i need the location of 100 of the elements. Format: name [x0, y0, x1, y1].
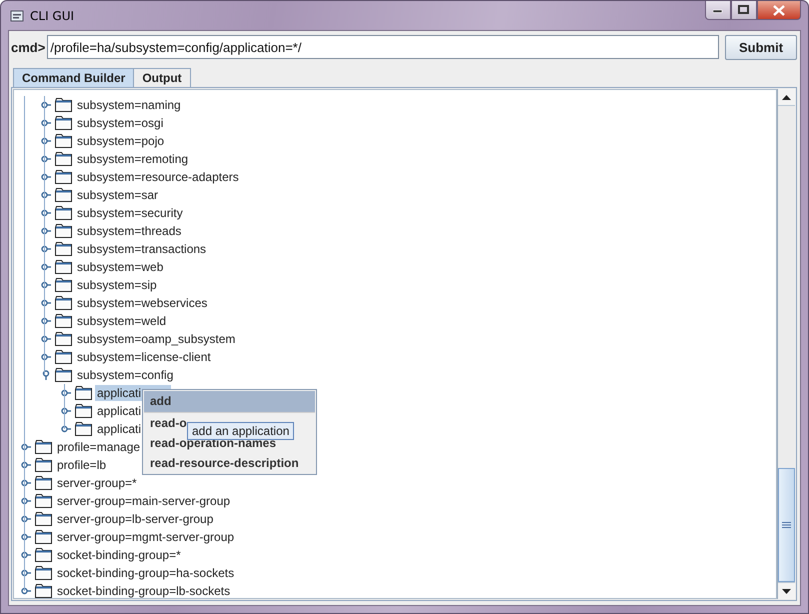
tree-item[interactable]: applicati [95, 421, 144, 437]
expand-handle-icon[interactable] [41, 190, 51, 200]
tree-item[interactable]: server-group=lb-server-group [55, 511, 216, 527]
folder-icon [35, 530, 52, 544]
maximize-button[interactable] [731, 1, 757, 20]
folder-icon [55, 314, 72, 328]
tree-item[interactable]: subsystem=remoting [75, 151, 190, 167]
command-prompt: cmd> [11, 40, 46, 54]
tree-item[interactable]: server-group=mgmt-server-group [55, 529, 236, 545]
folder-icon [35, 512, 52, 526]
expand-handle-icon[interactable] [61, 406, 71, 416]
folder-icon [55, 278, 72, 292]
expand-handle-icon[interactable] [21, 532, 31, 542]
folder-icon [55, 170, 72, 184]
expand-handle-icon[interactable] [41, 334, 51, 344]
tree-item[interactable]: socket-binding-group=ha-sockets [55, 565, 236, 581]
expand-handle-icon[interactable] [41, 226, 51, 236]
expand-handle-icon[interactable] [21, 496, 31, 506]
tree-item[interactable]: subsystem=threads [75, 223, 184, 239]
window-title: CLI GUI [30, 8, 74, 22]
folder-icon [75, 422, 92, 436]
folder-icon [55, 188, 72, 202]
expand-handle-icon[interactable] [21, 550, 31, 560]
tab[interactable]: Command Builder [13, 68, 134, 87]
menu-item[interactable]: add [144, 391, 315, 413]
expand-handle-icon[interactable] [61, 388, 71, 398]
collapse-handle-icon[interactable] [41, 370, 51, 380]
expand-handle-icon[interactable] [41, 136, 51, 146]
tree-item[interactable]: subsystem=sip [75, 277, 159, 293]
tree-item[interactable]: subsystem=security [75, 205, 185, 221]
tree-item[interactable]: server-group=main-server-group [55, 493, 232, 509]
folder-icon [35, 566, 52, 580]
folder-icon [55, 368, 72, 382]
folder-icon [55, 116, 72, 130]
tree-item[interactable]: subsystem=pojo [75, 133, 166, 149]
tree-item[interactable]: subsystem=webservices [75, 295, 210, 311]
folder-icon [75, 404, 92, 418]
app-icon [10, 10, 24, 22]
tree-item[interactable]: socket-binding-group=* [55, 547, 183, 563]
folder-icon [55, 260, 72, 274]
expand-handle-icon[interactable] [21, 586, 31, 596]
expand-handle-icon[interactable] [41, 316, 51, 326]
expand-handle-icon[interactable] [41, 298, 51, 308]
expand-handle-icon[interactable] [41, 154, 51, 164]
tree-item[interactable]: applicati [95, 403, 144, 419]
expand-handle-icon[interactable] [41, 262, 51, 272]
tree-item[interactable]: server-group=* [55, 475, 139, 491]
folder-icon [35, 494, 52, 508]
tree-item[interactable]: subsystem=resource-adapters [75, 169, 241, 185]
expand-handle-icon[interactable] [41, 208, 51, 218]
scroll-down-button[interactable] [778, 582, 795, 599]
expand-handle-icon[interactable] [21, 442, 31, 452]
expand-handle-icon[interactable] [41, 352, 51, 362]
expand-handle-icon[interactable] [41, 100, 51, 110]
folder-icon [55, 98, 72, 112]
close-icon [773, 4, 785, 16]
maximize-icon [738, 5, 750, 15]
folder-icon [55, 350, 72, 364]
expand-handle-icon[interactable] [41, 244, 51, 254]
tree-item[interactable]: profile=manage [55, 439, 142, 455]
tree-item[interactable]: subsystem=naming [75, 97, 183, 113]
tree-item[interactable]: subsystem=oamp_subsystem [75, 331, 238, 347]
folder-icon [35, 440, 52, 454]
tree-item[interactable]: subsystem=weld [75, 313, 168, 329]
down-arrow-icon [782, 588, 791, 594]
expand-handle-icon[interactable] [21, 478, 31, 488]
submit-button[interactable]: Submit [725, 34, 797, 60]
tree-item[interactable]: subsystem=osgi [75, 115, 166, 131]
scroll-up-button[interactable] [778, 89, 795, 106]
folder-icon [75, 386, 92, 400]
up-arrow-icon [782, 94, 791, 100]
folder-icon [55, 332, 72, 346]
expand-handle-icon[interactable] [21, 460, 31, 470]
expand-handle-icon[interactable] [41, 280, 51, 290]
folder-icon [35, 548, 52, 562]
tab[interactable]: Output [133, 68, 191, 87]
scroll-thumb[interactable] [778, 468, 795, 582]
tooltip: add an application [187, 422, 294, 440]
close-button[interactable] [757, 1, 801, 20]
expand-handle-icon[interactable] [41, 118, 51, 128]
expand-handle-icon[interactable] [21, 514, 31, 524]
folder-icon [55, 134, 72, 148]
folder-icon [55, 206, 72, 220]
tree-item[interactable]: subsystem=config [75, 367, 176, 383]
minimize-button[interactable] [705, 1, 731, 20]
tree-item[interactable]: profile=lb [55, 457, 108, 473]
command-field[interactable]: /profile=ha/subsystem=config/application=*/ [47, 35, 719, 59]
minimize-icon [713, 7, 723, 13]
tree-item[interactable]: subsystem=web [75, 259, 166, 275]
folder-icon [35, 458, 52, 472]
tree-item[interactable]: subsystem=sar [75, 187, 160, 203]
expand-handle-icon[interactable] [61, 424, 71, 434]
expand-handle-icon[interactable] [41, 172, 51, 182]
tree-item[interactable]: subsystem=transactions [75, 241, 208, 257]
tree-item[interactable]: subsystem=license-client [75, 349, 213, 365]
expand-handle-icon[interactable] [21, 568, 31, 578]
folder-icon [55, 242, 72, 256]
menu-item[interactable]: read-resource-description [144, 453, 315, 473]
tree-item[interactable]: socket-binding-group=lb-sockets [55, 583, 232, 598]
folder-icon [55, 224, 72, 238]
